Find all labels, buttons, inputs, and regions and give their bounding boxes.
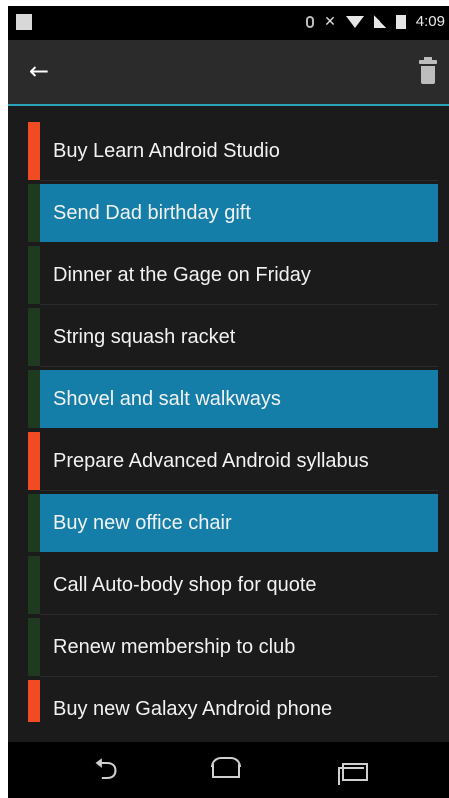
priority-indicator bbox=[28, 556, 40, 614]
list-item-label: Buy new Galaxy Android phone bbox=[53, 698, 333, 720]
list-item-label: Buy new office chair bbox=[53, 512, 232, 534]
priority-indicator bbox=[28, 432, 40, 490]
recents-nav-icon[interactable] bbox=[330, 754, 378, 786]
priority-indicator bbox=[28, 618, 40, 676]
list-item-label: Call Auto-body shop for quote bbox=[53, 574, 317, 596]
signal-icon bbox=[373, 15, 386, 28]
list-item-label: Send Dad birthday gift bbox=[53, 202, 251, 224]
navigation-bar: ⮌ bbox=[8, 742, 449, 798]
priority-indicator bbox=[28, 122, 40, 180]
trash-icon[interactable] bbox=[417, 57, 439, 86]
mute-icon: ✕ bbox=[324, 13, 336, 30]
list-item[interactable]: String squash racket bbox=[40, 308, 438, 367]
list-item[interactable]: Renew membership to club bbox=[40, 618, 438, 677]
phone-screen: ✕ 4:09 ← Buy Learn Android Studio Send Da… bbox=[8, 6, 449, 798]
battery-icon bbox=[395, 14, 406, 29]
list-item[interactable]: Buy new Galaxy Android phone bbox=[40, 680, 438, 722]
reminder-list[interactable]: Buy Learn Android Studio Send Dad birthda… bbox=[8, 122, 449, 722]
priority-indicator bbox=[28, 184, 40, 242]
list-item[interactable]: Dinner at the Gage on Friday bbox=[40, 246, 438, 305]
list-item-label: String squash racket bbox=[53, 326, 236, 348]
list-item-label: Dinner at the Gage on Friday bbox=[53, 264, 311, 286]
priority-indicator bbox=[28, 246, 40, 304]
notification-icon bbox=[16, 14, 32, 30]
list-item[interactable]: Send Dad birthday gift bbox=[40, 184, 438, 242]
list-item[interactable]: Shovel and salt walkways bbox=[40, 370, 438, 428]
status-time: 4:09 bbox=[415, 13, 445, 30]
wifi-icon bbox=[345, 15, 364, 28]
list-item-label: Renew membership to club bbox=[53, 636, 296, 658]
list-item[interactable]: Call Auto-body shop for quote bbox=[40, 556, 438, 615]
priority-indicator bbox=[28, 680, 40, 722]
list-item-label: Prepare Advanced Android syllabus bbox=[53, 450, 369, 472]
list-item-label: Shovel and salt walkways bbox=[53, 388, 281, 410]
arrow-left-icon[interactable]: ← bbox=[26, 58, 52, 84]
priority-indicator bbox=[28, 494, 40, 552]
home-nav-icon[interactable] bbox=[204, 754, 252, 786]
list-item[interactable]: Buy Learn Android Studio bbox=[40, 122, 438, 181]
list-item-label: Buy Learn Android Studio bbox=[53, 140, 280, 162]
priority-indicator bbox=[28, 370, 40, 428]
list-item[interactable]: Prepare Advanced Android syllabus bbox=[40, 432, 438, 491]
status-bar: ✕ 4:09 bbox=[8, 6, 449, 40]
bluetooth-icon bbox=[306, 15, 315, 28]
priority-indicator bbox=[28, 308, 40, 366]
app-bar: ← bbox=[8, 40, 449, 106]
back-nav-icon[interactable]: ⮌ bbox=[82, 754, 130, 786]
status-icons: ✕ 4:09 bbox=[306, 13, 445, 30]
list-item[interactable]: Buy new office chair bbox=[40, 494, 438, 552]
